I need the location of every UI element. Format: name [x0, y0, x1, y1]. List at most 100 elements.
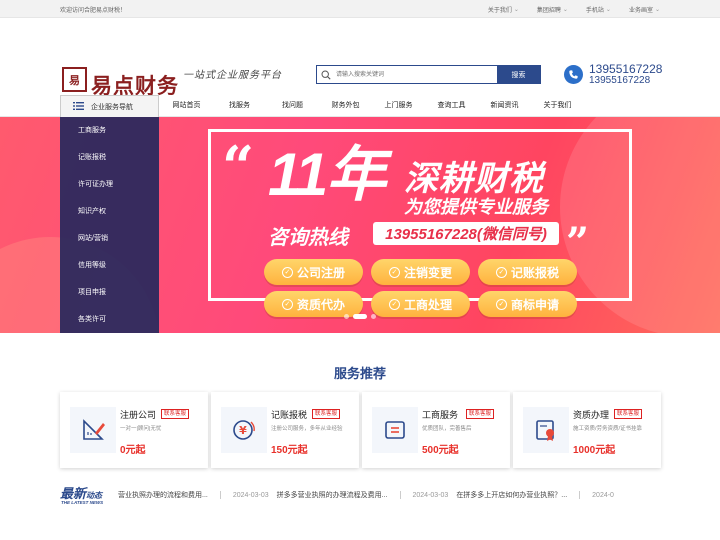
service-desc: 优质团队，完善售后 [422, 426, 472, 432]
service-card[interactable]: 工商服务 联系客服 优质团队，完善售后 500元起 [362, 392, 510, 468]
service-price: 150元起 [271, 445, 308, 456]
carousel-dot-active[interactable] [353, 314, 367, 319]
service-desc: 注册公司服务，多年从业经验 [271, 426, 343, 432]
search-bar: 搜索 [316, 65, 541, 84]
carousel-dot[interactable] [344, 314, 349, 319]
check-circle-icon: ✓ [388, 298, 400, 310]
pill-business-handle[interactable]: ✓ 工商处理 [371, 291, 470, 317]
service-desc: 施工资质/劳务资质/证书挂靠 [573, 426, 643, 432]
top-links: 关于我们 ⌄ 集团招聘 ⌄ 手机站 ⌄ 业务画室 ⌄ [488, 5, 660, 14]
news-date: 2024-03-03 [232, 491, 269, 499]
side-item-web-marketing[interactable]: 网站/营销 [60, 225, 159, 252]
yen-coin-icon: ¥ [221, 407, 267, 453]
svg-text:¥: ¥ [239, 424, 247, 437]
search-button[interactable]: 搜索 [497, 66, 540, 83]
top-link-jobs[interactable]: 集团招聘 ⌄ [537, 5, 568, 14]
side-item-project[interactable]: 项目申报 [60, 279, 159, 306]
service-card[interactable]: 资质办理 联系客服 施工资质/劳务资质/证书挂靠 1000元起 [513, 392, 661, 468]
logo-mark-icon[interactable]: 易 [62, 67, 87, 92]
check-circle-icon: ✓ [495, 298, 507, 310]
side-item-permits[interactable]: 各类许可 [60, 306, 159, 333]
search-input[interactable] [334, 66, 497, 83]
chevron-down-icon: ⌄ [605, 7, 611, 13]
news-separator [219, 491, 221, 499]
nav-item-home[interactable]: 网站首页 [160, 95, 213, 117]
nav-item-news[interactable]: 新闻资讯 [478, 95, 531, 117]
service-name: 资质办理 [573, 410, 610, 420]
welcome-text: 欢迎访问合肥易点财税！ [60, 8, 127, 14]
pill-company-register[interactable]: ✓ 公司注册 [264, 259, 363, 285]
phone-icon [564, 65, 583, 84]
certificate-icon [523, 407, 569, 453]
category-side-menu: 工商服务 记账报税 许可证办理 知识产权 网站/营销 信用等级 项目申报 各类许… [60, 117, 159, 333]
nav-item-onsite[interactable]: 上门服务 [372, 95, 425, 117]
news-separator [399, 491, 401, 499]
banner-provide: 为您提供专业服务 [404, 197, 548, 217]
service-cards: 注册公司 联系客服 一对一|顾问|无忧 0元起 ¥ 记账报税 联系客服 注册公司… [60, 392, 661, 468]
service-card[interactable]: ¥ 记账报税 联系客服 注册公司服务，多年从业经验 150元起 [211, 392, 359, 468]
search-icon [317, 66, 334, 83]
side-item-bookkeeping[interactable]: 记账报税 [60, 144, 159, 171]
nav-item-about[interactable]: 关于我们 [531, 95, 584, 117]
news-logo-en: THE LATEST NEWS [61, 500, 104, 505]
service-price: 500元起 [422, 445, 459, 456]
category-nav-toggle[interactable]: 企业服务导航 [60, 95, 159, 117]
banner-years: 11年 [268, 141, 386, 208]
side-item-business[interactable]: 工商服务 [60, 117, 159, 144]
top-bar: 欢迎访问合肥易点财税！ 关于我们 ⌄ 集团招聘 ⌄ 手机站 ⌄ 业务画室 ⌄ [0, 0, 720, 18]
service-name: 工商服务 [422, 410, 459, 420]
service-card[interactable]: 注册公司 联系客服 一对一|顾问|无忧 0元起 [60, 392, 208, 468]
menu-list-icon [73, 101, 84, 112]
nav-item-tools[interactable]: 查询工具 [425, 95, 478, 117]
nav-item-find-service[interactable]: 找服务 [213, 95, 266, 117]
check-circle-icon: ✓ [281, 266, 293, 278]
contact-service-badge[interactable]: 联系客服 [614, 409, 643, 419]
side-item-ip[interactable]: 知识产权 [60, 198, 159, 225]
carousel-dots [344, 314, 376, 319]
phone-number-secondary: 13955167228 [589, 75, 651, 86]
services-title: 服务推荐 [333, 366, 386, 381]
nav-item-outsourcing[interactable]: 财务外包 [319, 95, 372, 117]
news-item[interactable]: 营业执照办理的流程和费用... [118, 490, 208, 500]
quote-open: “ [222, 134, 255, 200]
chevron-down-icon: ⌄ [562, 7, 568, 13]
nav-items: 网站首页 找服务 找问题 财务外包 上门服务 查询工具 新闻资讯 关于我们 [160, 95, 584, 117]
chevron-down-icon: ⌄ [513, 7, 519, 13]
header: 易 易点财务 一站式企业服务平台 搜索 13955167228 13955167… [0, 18, 720, 98]
check-circle-icon: ✓ [281, 298, 293, 310]
pill-cancel-change[interactable]: ✓ 注销变更 [371, 259, 470, 285]
service-name: 记账报税 [271, 410, 308, 420]
top-link-mobile[interactable]: 手机站 ⌄ [586, 5, 611, 14]
pill-bookkeeping[interactable]: ✓ 记账报税 [478, 259, 577, 285]
chevron-down-icon: ⌄ [654, 7, 660, 13]
category-nav-label: 企业服务导航 [91, 103, 133, 111]
quote-close: ” [566, 219, 590, 266]
news-date: 2024-0 [592, 491, 614, 499]
news-item[interactable]: 拼多多营业执照的办理流程及费用... [277, 490, 388, 500]
news-item[interactable]: 在拼多多上开店如何办营业执照？... [456, 490, 567, 500]
banner-hotline-label: 咨询热线 [268, 227, 348, 249]
check-circle-icon: ✓ [388, 266, 400, 278]
main-nav: 企业服务导航 网站首页 找服务 找问题 财务外包 上门服务 查询工具 新闻资讯 … [0, 95, 720, 117]
contact-service-badge[interactable]: 联系客服 [466, 409, 495, 419]
news-date: 2024-03-03 [412, 491, 449, 499]
news-ticker: 营业执照办理的流程和费用... 2024-03-03 拼多多营业执照的办理流程及… [118, 490, 622, 500]
check-circle-icon: ✓ [495, 266, 507, 278]
service-price: 1000元起 [573, 445, 616, 456]
service-desc: 一对一|顾问|无忧 [120, 426, 162, 432]
service-name: 注册公司 [120, 410, 157, 420]
top-link-about[interactable]: 关于我们 ⌄ [488, 5, 519, 14]
slogan: 一站式企业服务平台 [183, 70, 282, 81]
pen-ruler-icon [70, 407, 116, 453]
news-separator [579, 491, 581, 499]
banner-hotline-number: 13955167228(微信同号) [373, 222, 559, 245]
side-item-credit[interactable]: 信用等级 [60, 252, 159, 279]
contact-service-badge[interactable]: 联系客服 [161, 409, 190, 419]
side-item-license[interactable]: 许可证办理 [60, 171, 159, 198]
top-link-business[interactable]: 业务画室 ⌄ [629, 5, 660, 14]
contact-service-badge[interactable]: 联系客服 [312, 409, 341, 419]
nav-item-find-question[interactable]: 找问题 [266, 95, 319, 117]
pill-trademark[interactable]: ✓ 商标申请 [478, 291, 577, 317]
carousel-dot[interactable] [371, 314, 376, 319]
service-price: 0元起 [120, 445, 146, 456]
